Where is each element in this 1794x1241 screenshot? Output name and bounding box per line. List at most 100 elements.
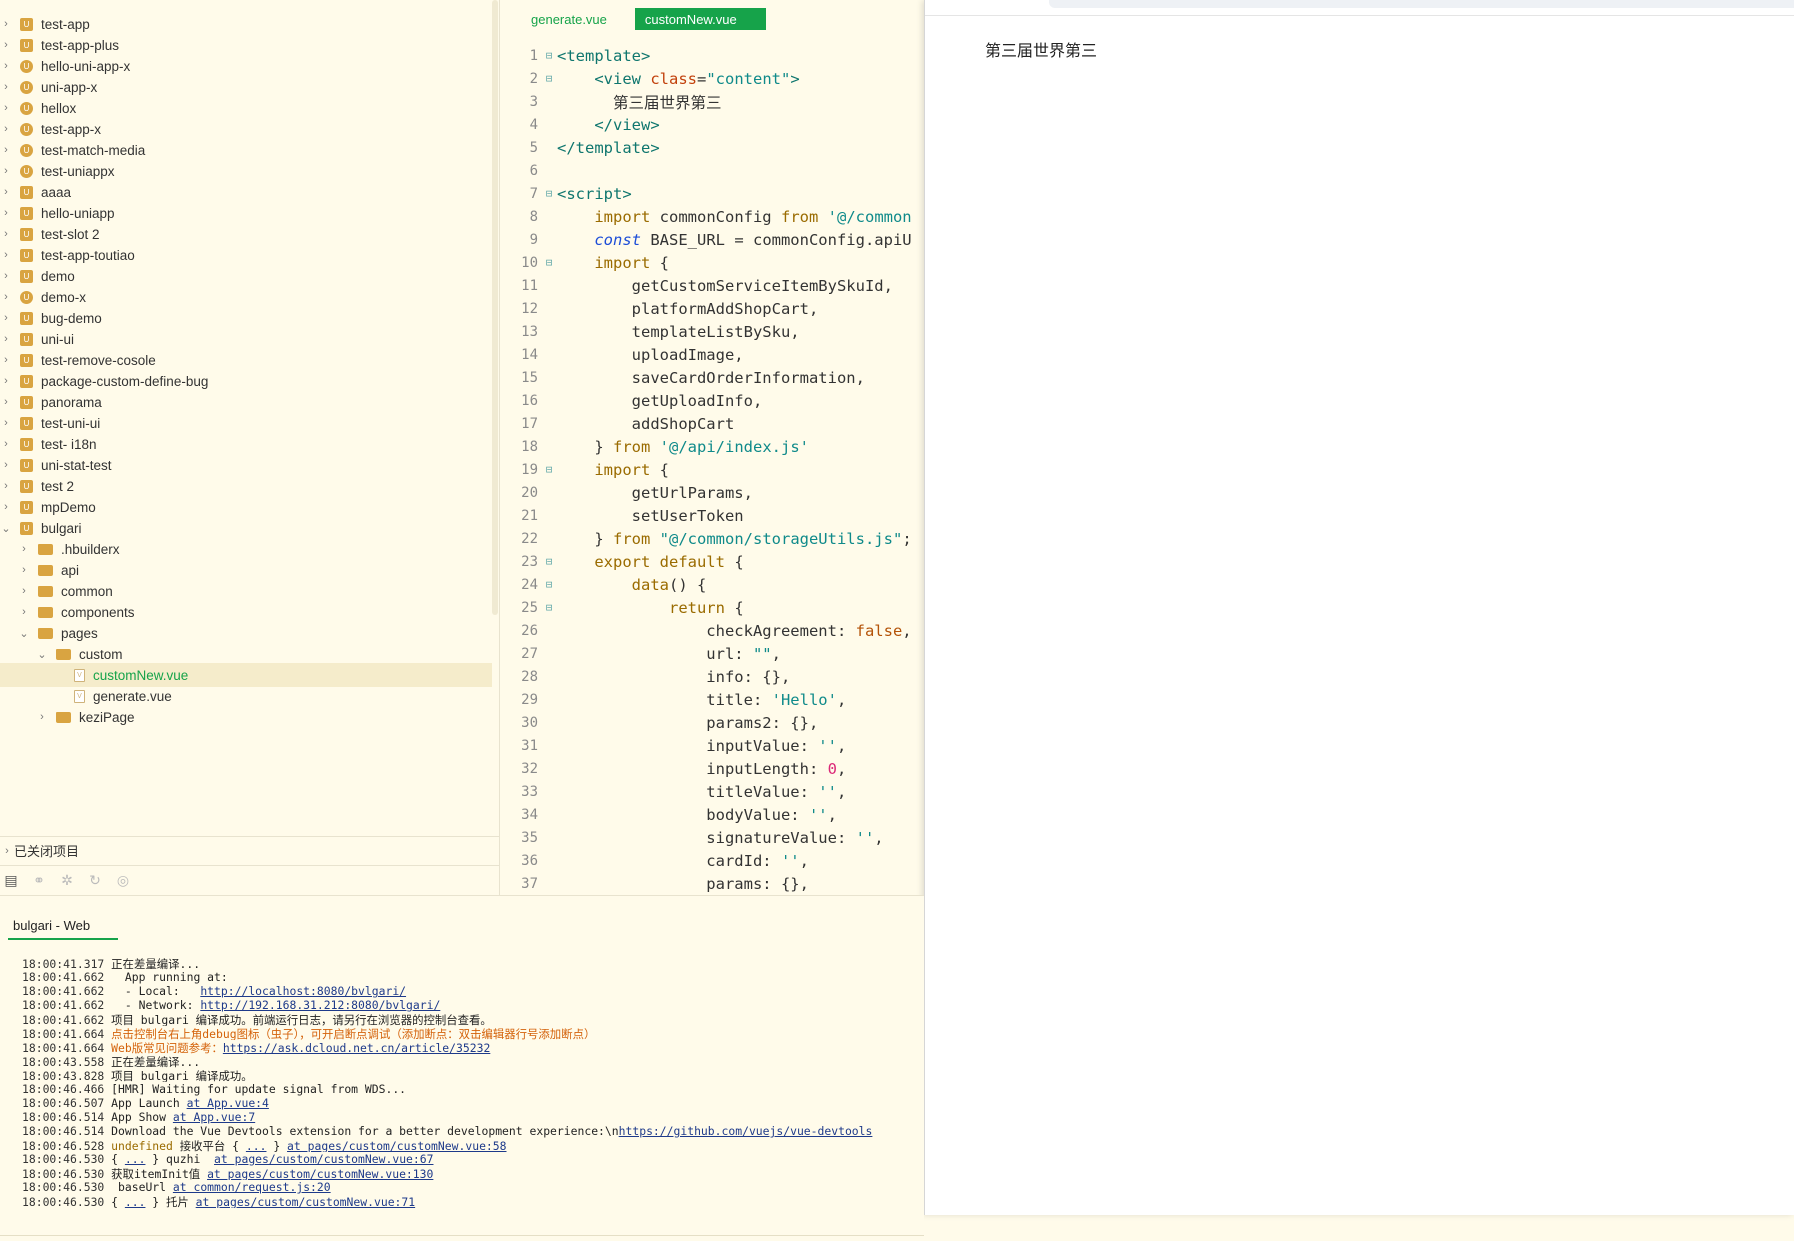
bug-icon[interactable]: ✲ bbox=[58, 872, 76, 890]
code-line[interactable]: 1 ⊟ <template> bbox=[501, 44, 651, 67]
line-number[interactable]: 1 bbox=[501, 48, 538, 64]
code-line[interactable]: 21 setUserToken bbox=[501, 504, 744, 527]
code-line[interactable]: 13 templateListBySku, bbox=[501, 320, 800, 343]
fold-toggle-icon[interactable]: ⊟ bbox=[541, 601, 557, 614]
line-number[interactable]: 31 bbox=[501, 738, 538, 754]
code-line[interactable]: 5 </template> bbox=[501, 136, 660, 159]
chevron-right-icon[interactable]: › bbox=[0, 228, 12, 240]
chevron-right-icon[interactable]: › bbox=[0, 312, 12, 324]
chevron-right-icon[interactable]: › bbox=[0, 18, 12, 30]
line-number[interactable]: 16 bbox=[501, 393, 538, 409]
log-link[interactable]: http://192.168.31.212:8080/bvlgari/ bbox=[200, 998, 440, 1012]
code-line[interactable]: 26 checkAgreement: false, bbox=[501, 619, 912, 642]
chevron-right-icon[interactable]: › bbox=[18, 606, 30, 618]
chevron-right-icon[interactable]: › bbox=[0, 438, 12, 450]
line-number[interactable]: 6 bbox=[501, 163, 538, 179]
log-link[interactable]: at pages/custom/customNew.vue:67 bbox=[214, 1152, 433, 1166]
code-line[interactable]: 15 saveCardOrderInformation, bbox=[501, 366, 865, 389]
code-line[interactable]: 29 title: 'Hello', bbox=[501, 688, 846, 711]
line-number[interactable]: 34 bbox=[501, 807, 538, 823]
closed-projects-section[interactable]: › 已关闭项目 bbox=[0, 836, 500, 864]
line-number[interactable]: 14 bbox=[501, 347, 538, 363]
code-line[interactable]: 6 bbox=[501, 159, 557, 182]
chevron-right-icon[interactable]: › bbox=[0, 207, 12, 219]
code-line[interactable]: 28 info: {}, bbox=[501, 665, 790, 688]
log-link[interactable]: ... bbox=[125, 1195, 146, 1208]
fold-toggle-icon[interactable]: ⊟ bbox=[541, 578, 557, 591]
line-number[interactable]: 2 bbox=[501, 71, 538, 87]
code-line[interactable]: 18 } from '@/api/index.js' bbox=[501, 435, 809, 458]
chevron-right-icon[interactable]: › bbox=[0, 375, 12, 387]
code-line[interactable]: 23 ⊟ export default { bbox=[501, 550, 744, 573]
code-area[interactable]: 1 ⊟ <template> 2 ⊟ <view class="content"> 3 第… bbox=[501, 44, 924, 895]
log-link[interactable]: at pages/custom/customNew.vue:58 bbox=[287, 1139, 506, 1152]
chevron-right-icon[interactable]: › bbox=[0, 60, 12, 72]
tree-scrollbar[interactable] bbox=[492, 0, 498, 615]
chevron-right-icon[interactable]: › bbox=[36, 711, 48, 723]
chevron-right-icon[interactable]: › bbox=[0, 333, 12, 345]
chevron-right-icon[interactable]: › bbox=[0, 354, 12, 366]
line-number[interactable]: 11 bbox=[501, 278, 538, 294]
code-line[interactable]: 19 ⊟ import { bbox=[501, 458, 669, 481]
code-line[interactable]: 35 signatureValue: '', bbox=[501, 826, 884, 849]
binoculars-icon[interactable]: ⚭ bbox=[30, 872, 48, 890]
line-number[interactable]: 28 bbox=[501, 669, 538, 685]
fold-toggle-icon[interactable]: ⊟ bbox=[541, 187, 557, 200]
line-number[interactable]: 36 bbox=[501, 853, 538, 869]
chevron-right-icon[interactable]: › bbox=[0, 144, 12, 156]
fold-toggle-icon[interactable]: ⊟ bbox=[541, 463, 557, 476]
code-line[interactable]: 20 getUrlParams, bbox=[501, 481, 753, 504]
code-line[interactable]: 30 params2: {}, bbox=[501, 711, 818, 734]
log-link[interactable]: at App.vue:7 bbox=[173, 1110, 255, 1124]
editor-tab[interactable]: customNew.vue bbox=[634, 8, 766, 30]
code-line[interactable]: 32 inputLength: 0, bbox=[501, 757, 846, 780]
code-line[interactable]: 10 ⊟ import { bbox=[501, 251, 669, 274]
chevron-right-icon[interactable]: › bbox=[0, 165, 12, 177]
line-number[interactable]: 32 bbox=[501, 761, 538, 777]
line-number[interactable]: 10 bbox=[501, 255, 538, 271]
log-link[interactable]: https://github.com/vuejs/vue-devtools bbox=[619, 1124, 873, 1138]
line-number[interactable]: 5 bbox=[501, 140, 538, 156]
chevron-right-icon[interactable]: › bbox=[0, 480, 12, 492]
fold-toggle-icon[interactable]: ⊟ bbox=[541, 49, 557, 62]
chevron-right-icon[interactable]: › bbox=[18, 564, 30, 576]
line-number[interactable]: 13 bbox=[501, 324, 538, 340]
code-line[interactable]: 3 第三届世界第三 bbox=[501, 90, 722, 113]
code-line[interactable]: 2 ⊟ <view class="content"> bbox=[501, 67, 800, 90]
line-number[interactable]: 26 bbox=[501, 623, 538, 639]
code-line[interactable]: 8 import commonConfig from '@/common bbox=[501, 205, 912, 228]
chevron-right-icon[interactable]: › bbox=[18, 585, 30, 597]
code-line[interactable]: 4 </view> bbox=[501, 113, 660, 136]
fold-toggle-icon[interactable]: ⊟ bbox=[541, 555, 557, 568]
line-number[interactable]: 37 bbox=[501, 876, 538, 892]
log-link[interactable]: ... bbox=[246, 1139, 267, 1152]
code-line[interactable]: 34 bodyValue: '', bbox=[501, 803, 837, 826]
tree-item[interactable]: › keziPage bbox=[0, 705, 492, 729]
log-link[interactable]: at common/request.js:20 bbox=[173, 1180, 331, 1194]
chevron-down-icon[interactable]: ⌄ bbox=[36, 648, 48, 661]
chevron-right-icon[interactable]: › bbox=[0, 123, 12, 135]
line-number[interactable]: 7 bbox=[501, 186, 538, 202]
fold-toggle-icon[interactable]: ⊟ bbox=[541, 256, 557, 269]
line-number[interactable]: 27 bbox=[501, 646, 538, 662]
chevron-right-icon[interactable]: › bbox=[0, 501, 12, 513]
palette-icon[interactable]: ◎ bbox=[114, 872, 132, 890]
code-line[interactable]: 12 platformAddShopCart, bbox=[501, 297, 818, 320]
line-number[interactable]: 29 bbox=[501, 692, 538, 708]
line-number[interactable]: 3 bbox=[501, 94, 538, 110]
chevron-right-icon[interactable]: › bbox=[0, 249, 12, 261]
log-link[interactable]: at App.vue:4 bbox=[187, 1096, 269, 1110]
fold-toggle-icon[interactable]: ⊟ bbox=[541, 72, 557, 85]
chevron-right-icon[interactable]: › bbox=[0, 186, 12, 198]
console-tab[interactable]: bulgari - Web bbox=[8, 918, 118, 940]
code-line[interactable]: 25 ⊟ return { bbox=[501, 596, 744, 619]
code-line[interactable]: 9 const BASE_URL = commonConfig.apiU bbox=[501, 228, 912, 251]
line-number[interactable]: 18 bbox=[501, 439, 538, 455]
code-line[interactable]: 33 titleValue: '', bbox=[501, 780, 846, 803]
line-number[interactable]: 33 bbox=[501, 784, 538, 800]
log-link[interactable]: at pages/custom/customNew.vue:130 bbox=[207, 1167, 433, 1180]
chevron-down-icon[interactable]: ⌄ bbox=[0, 522, 12, 535]
line-number[interactable]: 19 bbox=[501, 462, 538, 478]
line-number[interactable]: 23 bbox=[501, 554, 538, 570]
code-line[interactable]: 16 getUploadInfo, bbox=[501, 389, 762, 412]
